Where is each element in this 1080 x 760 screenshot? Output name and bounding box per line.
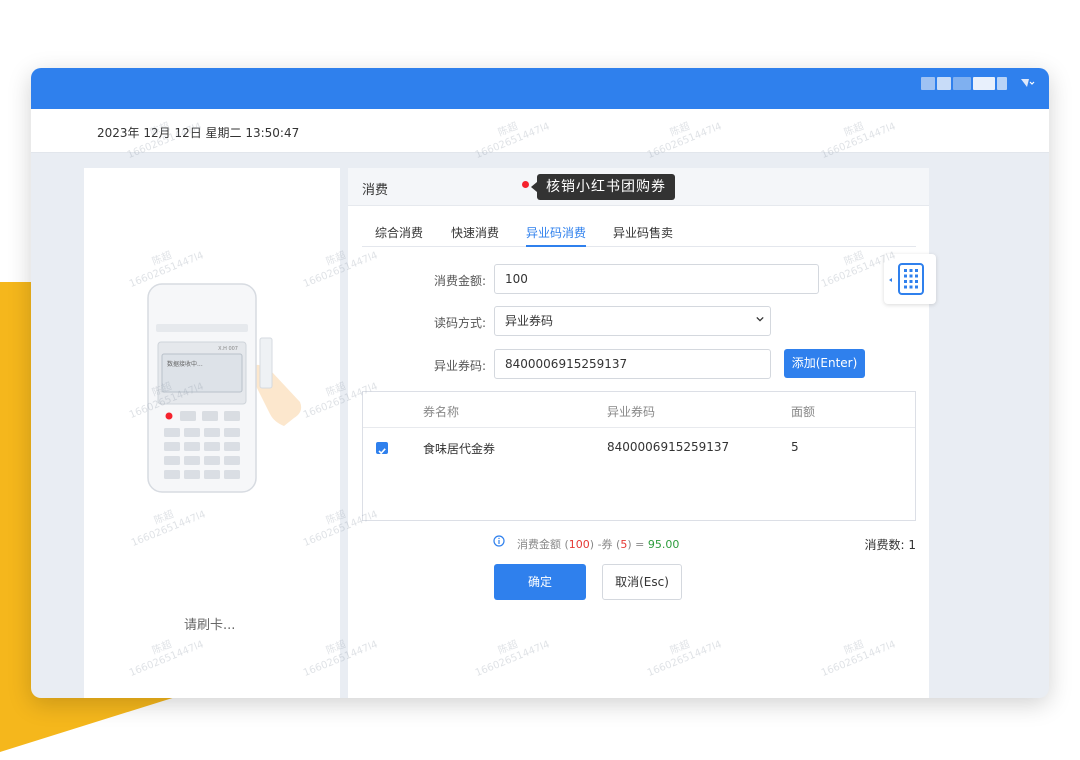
keypad-icon	[889, 263, 924, 295]
column-header-value: 面额	[791, 405, 816, 419]
reader-screen-label: X.H 007	[218, 346, 238, 352]
title-bar	[31, 68, 1049, 109]
info-icon	[493, 535, 505, 547]
consume-tabs: 综合消费 快速消费 异业码消费 异业码售卖	[362, 220, 916, 247]
tab-partner-code-consume[interactable]: 异业码消费	[526, 224, 587, 247]
coupon-value: 5	[791, 440, 799, 454]
consume-count: 消费数: 1	[864, 538, 917, 552]
add-button[interactable]: 添加(Enter)	[784, 349, 865, 378]
keypad-toggle-button[interactable]	[884, 254, 936, 304]
column-header-code: 异业券码	[607, 405, 656, 419]
coupon-code: 8400006915259137	[607, 440, 730, 454]
checkmark-icon	[378, 448, 386, 455]
blurred-username-block	[921, 77, 935, 90]
coupon-name: 食味居代金券	[423, 442, 496, 456]
table-header: 券名称 异业券码 面额	[363, 392, 915, 428]
swipe-card-prompt: 请刷卡...	[184, 618, 236, 633]
tab-quick-consume[interactable]: 快速消费	[451, 224, 499, 247]
coupon-table: 券名称 异业券码 面额 食味居代金券 8400006915259137 5	[362, 391, 916, 521]
app-window: 2023年 12月 12日 星期二 13:50:47 X.H 007 数据接收中…	[31, 68, 1049, 698]
card-reader-illustration: X.H 007 数据接收中...	[147, 283, 302, 493]
consume-panel: 消费 核销小红书团购券 综合消费 快速消费 异业码消费 异业码售卖 消费金额: …	[348, 168, 929, 698]
blurred-username-block	[937, 77, 951, 90]
summary-suffix: ) =	[627, 538, 648, 551]
user-menu-chevron-icon[interactable]	[1019, 76, 1035, 94]
tab-general-consume[interactable]: 综合消费	[375, 224, 423, 247]
summary-mid: ) -券 (	[589, 538, 621, 551]
column-header-name: 券名称	[423, 405, 460, 419]
tab-partner-code-sale[interactable]: 异业码售卖	[613, 224, 673, 247]
blurred-username-block	[973, 77, 995, 90]
card-reader-panel: X.H 007 数据接收中... 请刷卡...	[84, 168, 340, 698]
panel-title: 消费	[362, 183, 389, 198]
amount-input[interactable]: 100	[494, 264, 819, 294]
read-mode-label: 读码方式:	[433, 316, 486, 330]
summary-result: 95.00	[647, 538, 680, 551]
current-datetime: 2023年 12月 12日 星期二 13:50:47	[97, 126, 300, 140]
panel-header: 消费 核销小红书团购券	[348, 168, 929, 206]
code-label: 异业券码:	[433, 359, 486, 373]
partner-code-input[interactable]: 8400006915259137	[494, 349, 771, 379]
summary-amount: 100	[568, 538, 590, 551]
reader-screen-text: 数据接收中...	[167, 360, 203, 368]
row-checkbox[interactable]	[376, 442, 388, 455]
blurred-username-block	[997, 77, 1007, 90]
date-bar: 2023年 12月 12日 星期二 13:50:47	[31, 109, 1049, 153]
hint-tooltip: 核销小红书团购券	[531, 174, 675, 200]
amount-summary: 消费金额 (100) -券 (5) = 95.00	[517, 536, 679, 552]
chevron-down-icon	[756, 316, 764, 322]
amount-label: 消费金额:	[433, 274, 486, 288]
cancel-button[interactable]: 取消(Esc)	[602, 564, 682, 600]
read-mode-value: 异业券码	[505, 314, 554, 328]
blurred-username-block	[953, 77, 971, 90]
hint-dot-icon	[522, 181, 529, 188]
read-mode-select[interactable]: 异业券码	[494, 306, 771, 336]
summary-prefix: 消费金额 (	[517, 538, 569, 551]
confirm-button[interactable]: 确定	[494, 564, 586, 600]
